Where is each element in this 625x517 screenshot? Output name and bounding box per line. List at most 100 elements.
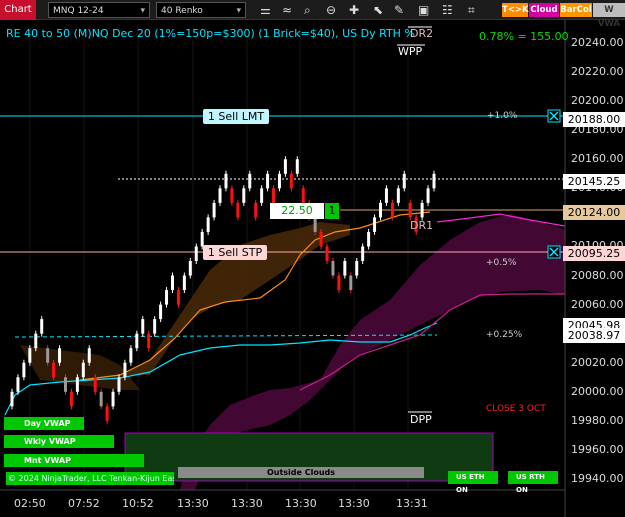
sell-stp-order[interactable]: 1 Sell STP bbox=[203, 245, 267, 260]
snapshot-icon[interactable]: ▣ bbox=[418, 2, 429, 18]
renko-brick-up bbox=[343, 261, 347, 276]
data-series-icon[interactable]: ⚌ bbox=[260, 2, 271, 18]
dpp-label: DPP bbox=[410, 413, 432, 426]
renko-brick-up bbox=[34, 333, 38, 349]
cancel-sell-lmt-icon[interactable] bbox=[547, 109, 561, 123]
time-tick-label: 13:30 bbox=[338, 497, 370, 510]
renko-brick-up bbox=[165, 290, 169, 305]
wkly-vwap-button[interactable]: Wkly VWAP bbox=[4, 435, 114, 448]
renko-brick-up bbox=[159, 304, 163, 320]
outside-clouds-button[interactable]: Outside Clouds bbox=[178, 467, 424, 478]
pct-change: 0.78% = 155.00 bbox=[479, 30, 569, 43]
bar-type-selector[interactable]: 40 Renko ▾ bbox=[156, 2, 246, 18]
price-marker: 20188.00 bbox=[563, 111, 625, 127]
toggle-cloud-button[interactable]: Cloud bbox=[529, 3, 559, 17]
renko-brick-up bbox=[420, 202, 424, 218]
price-tick-label: 20060.00 bbox=[571, 297, 624, 311]
chart-title: RE 40 to 50 (M)NQ Dec 20 (1%=150p=$300) … bbox=[6, 27, 415, 40]
chart-trader-icon[interactable]: ⌗ bbox=[468, 2, 475, 18]
renko-brick-down bbox=[337, 275, 341, 291]
chevron-down-icon: ▾ bbox=[236, 6, 241, 16]
time-tick-label: 13:30 bbox=[177, 497, 209, 510]
position-pnl-box[interactable]: 22.50 bbox=[270, 203, 324, 219]
renko-brick-up bbox=[153, 319, 157, 334]
toggle-wvwap-button[interactable]: W VWA bbox=[593, 3, 625, 29]
renko-brick-up bbox=[242, 188, 246, 203]
price-tick-label: 20240.00 bbox=[571, 36, 624, 49]
renko-brick-up bbox=[182, 275, 186, 291]
zoom-icon[interactable]: ⌕ bbox=[304, 2, 311, 18]
plus025-label: +0.25% bbox=[486, 330, 523, 340]
close-label: CLOSE 3 OCT bbox=[486, 404, 546, 414]
time-tick-label: 02:50 bbox=[14, 497, 46, 510]
crosshair-icon[interactable]: ✚ bbox=[349, 2, 359, 18]
position-qty-box[interactable]: 1 bbox=[325, 203, 339, 219]
chart-toolbar: Chart MNQ 12-24 ▾ 40 Renko ▾ ⚌ ≈ ⌕ ⊖ ✚ ⬉… bbox=[0, 0, 625, 29]
renko-brick-down bbox=[349, 275, 353, 291]
properties-icon[interactable]: ☷ bbox=[442, 2, 453, 18]
renko-brick-up bbox=[40, 319, 44, 334]
renko-brick-down bbox=[272, 188, 276, 203]
time-tick-label: 13:30 bbox=[231, 497, 263, 510]
renko-brick-up bbox=[224, 173, 228, 189]
price-tick-label: 20200.00 bbox=[571, 94, 624, 108]
price-tick-label: 19980.00 bbox=[571, 413, 624, 427]
price-marker: 20145.25 bbox=[563, 173, 625, 189]
renko-brick-up bbox=[194, 246, 198, 261]
renko-brick-down bbox=[331, 261, 335, 276]
plus1-label: +1.0% bbox=[487, 111, 518, 121]
price-tick-label: 19940.00 bbox=[571, 472, 624, 485]
price-tick-label: 19960.00 bbox=[571, 442, 624, 456]
us-eth-on-button[interactable]: US ETH ON bbox=[448, 471, 498, 494]
toggle-tk-button[interactable]: T<>K bbox=[502, 3, 529, 17]
day-vwap-button[interactable]: Day VWAP bbox=[4, 417, 84, 430]
renko-brick-down bbox=[390, 202, 394, 218]
strategy-icon[interactable]: ≈ bbox=[282, 2, 292, 18]
chart-window-label[interactable]: Chart bbox=[0, 0, 36, 20]
renko-brick-down bbox=[313, 217, 317, 232]
price-tick-label: 20220.00 bbox=[571, 65, 624, 79]
time-tick-label: 07:52 bbox=[68, 497, 100, 510]
renko-brick-down bbox=[236, 202, 240, 218]
us-rth-on-button[interactable]: US RTH ON bbox=[508, 471, 558, 494]
renko-brick-up bbox=[283, 159, 287, 174]
zoom-out-icon[interactable]: ⊖ bbox=[326, 2, 336, 18]
renko-brick-down bbox=[319, 231, 323, 247]
mnt-vwap-button[interactable]: Mnt VWAP bbox=[4, 454, 144, 467]
renko-brick-down bbox=[93, 377, 97, 392]
renko-brick-up bbox=[432, 173, 436, 189]
chevron-down-icon: ▾ bbox=[140, 6, 145, 16]
sell-lmt-order[interactable]: 1 Sell LMT bbox=[203, 109, 269, 124]
renko-brick-up bbox=[295, 159, 299, 174]
bar-type-value: 40 Renko bbox=[161, 6, 203, 16]
renko-brick-down bbox=[52, 362, 56, 378]
renko-brick-up bbox=[111, 391, 115, 407]
renko-brick-down bbox=[99, 391, 103, 407]
orange-kijun-line bbox=[79, 211, 431, 381]
renko-brick-up bbox=[361, 246, 365, 261]
renko-brick-up bbox=[218, 188, 222, 203]
price-tick-label: 20080.00 bbox=[571, 268, 624, 282]
renko-brick-up bbox=[212, 202, 216, 218]
price-tick-label: 20020.00 bbox=[571, 355, 624, 369]
time-tick-label: 13:30 bbox=[285, 497, 317, 510]
dr1-label: DR1 bbox=[410, 219, 434, 232]
footer-credit: © 2024 NinjaTrader, LLC Tenkan-Kijun Eas… bbox=[6, 472, 174, 485]
renko-brick-up bbox=[75, 377, 79, 392]
renko-brick-up bbox=[141, 319, 145, 334]
cancel-sell-stp-icon[interactable] bbox=[547, 245, 561, 259]
renko-brick-up bbox=[206, 217, 210, 232]
renko-brick-down bbox=[176, 290, 180, 305]
drawing-tools-icon[interactable]: ✎ bbox=[394, 2, 404, 18]
pointer-icon[interactable]: ⬉ bbox=[373, 2, 383, 18]
renko-brick-up bbox=[402, 173, 406, 189]
renko-brick-up bbox=[355, 261, 359, 276]
renko-brick-up bbox=[28, 348, 32, 363]
instrument-selector[interactable]: MNQ 12-24 ▾ bbox=[48, 2, 150, 18]
toggle-barcol-button[interactable]: BarCol bbox=[560, 3, 592, 17]
time-tick-label: 10:52 bbox=[122, 497, 154, 510]
renko-brick-up bbox=[22, 362, 26, 378]
renko-brick-up bbox=[260, 188, 264, 203]
renko-brick-down bbox=[63, 377, 67, 392]
wpp-label: WPP bbox=[398, 45, 423, 58]
